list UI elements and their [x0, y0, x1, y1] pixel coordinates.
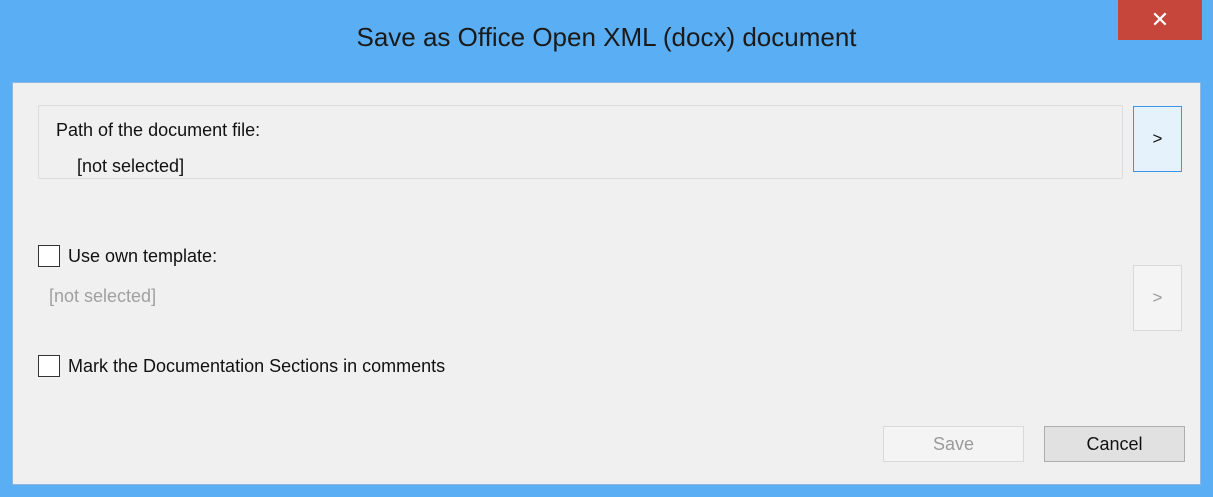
browse-template-button[interactable]: >	[1133, 265, 1182, 331]
use-own-template-label[interactable]: Use own template:	[68, 246, 217, 267]
browse-arrow-icon: >	[1152, 129, 1163, 148]
document-path-value: [not selected]	[77, 156, 185, 176]
mark-sections-checkbox[interactable]	[38, 355, 60, 377]
use-own-template-checkbox[interactable]	[38, 245, 60, 267]
save-docx-dialog: Save as Office Open XML (docx) document …	[0, 0, 1213, 497]
save-button[interactable]: Save	[883, 426, 1024, 462]
template-path-value: [not selected]	[49, 286, 157, 306]
browse-document-path-button[interactable]: >	[1133, 106, 1182, 172]
dialog-body: Path of the document file: [not selected…	[12, 82, 1201, 485]
cancel-button[interactable]: Cancel	[1044, 426, 1185, 462]
browse-arrow-icon: >	[1152, 288, 1163, 307]
path-groupbox: Path of the document file: [not selected…	[38, 105, 1123, 179]
dialog-title: Save as Office Open XML (docx) document	[356, 22, 857, 52]
close-icon: ✕	[1150, 7, 1170, 32]
close-button[interactable]: ✕	[1118, 0, 1202, 40]
path-group-legend: Path of the document file:	[54, 120, 263, 141]
mark-sections-label[interactable]: Mark the Documentation Sections in comme…	[68, 356, 445, 377]
title-bar[interactable]: Save as Office Open XML (docx) document …	[0, 0, 1213, 82]
